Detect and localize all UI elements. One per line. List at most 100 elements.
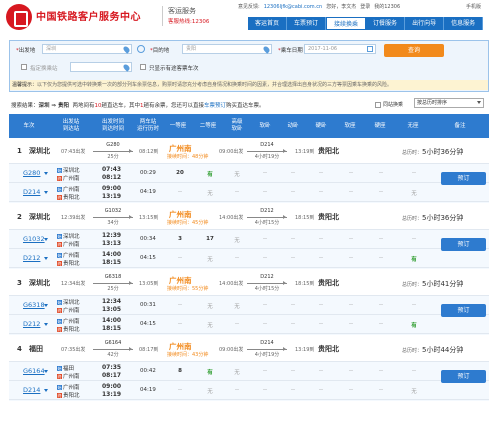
final-arrival-time: 18:15到: [295, 215, 315, 221]
transfer-plan-legs: G1032 始深圳北终广州南 12:39 13:13 00:34 3 17 无 -- -- -- --…: [9, 230, 489, 269]
chevron-down-icon[interactable]: [44, 389, 48, 394]
departure-time: 12:39出发: [61, 215, 86, 221]
seat-availability-cell: 无: [234, 172, 240, 178]
plan-number: 1: [17, 147, 22, 155]
seat-availability-cell: --: [349, 321, 353, 327]
first-leg-summary: G6164 42分: [91, 340, 135, 358]
transfer-station-input[interactable]: [70, 62, 132, 72]
nav-travel-guide[interactable]: 出行向导: [405, 17, 445, 30]
second-leg-summary: D214 4小时19分: [245, 142, 289, 160]
mobile-version-link[interactable]: 手机版: [466, 3, 481, 10]
leg-departure-time: 12:34: [102, 298, 122, 305]
chevron-down-icon[interactable]: [44, 370, 48, 375]
from-label: *出发地: [16, 48, 36, 54]
start-badge-icon: 始: [57, 385, 62, 390]
swap-icon[interactable]: [137, 45, 145, 53]
count-suffix: 趟有余票，您还可以直接: [143, 103, 205, 109]
end-badge-icon: 终: [57, 308, 62, 313]
railway-logo-icon[interactable]: [6, 4, 32, 30]
leg-arrival-time: 13:05: [102, 306, 122, 313]
my-account-link[interactable]: 我的12306: [374, 4, 400, 10]
seat-availability-cell: --: [235, 387, 239, 393]
feedback-email-link[interactable]: 12306ljfk@cabi.com.cn: [264, 4, 323, 10]
train-number-link[interactable]: D214: [23, 386, 40, 394]
nav-transfer[interactable]: 接续换乘: [326, 17, 367, 30]
plan-number: 3: [17, 279, 22, 287]
train-number-link[interactable]: D212: [23, 320, 40, 328]
leg-duration: 04:19: [140, 387, 156, 393]
end-badge-icon: 终: [57, 327, 62, 332]
leg-to-station: 终广州南: [57, 374, 80, 380]
plan-number: 4: [17, 345, 22, 353]
book-button[interactable]: 预订: [441, 304, 486, 317]
chevron-down-icon[interactable]: [44, 191, 48, 196]
seat-availability-cell: --: [291, 387, 295, 393]
seat-availability-cell: --: [349, 170, 353, 176]
nav-ticket-booking[interactable]: 车票预订: [287, 17, 327, 30]
seat-availability-cell: --: [379, 387, 383, 393]
same-station-checkbox[interactable]: [375, 102, 381, 108]
total-duration: 总历时：5小时36分钟: [402, 148, 464, 156]
transfer-plan-legs: G6318 始深圳北终广州南 12:34 13:05 00:31 -- 无无 -- -- -- --…: [9, 296, 489, 335]
train-number-link[interactable]: D214: [23, 188, 40, 196]
train-number-link[interactable]: D212: [23, 254, 40, 262]
book-button[interactable]: 预订: [441, 238, 486, 251]
second-leg-train: D212: [260, 274, 274, 280]
leg-to-station: 终贵阳北: [57, 393, 80, 399]
transfer-station-checkbox[interactable]: [21, 64, 27, 70]
user-greeting[interactable]: 您好，李文杰: [326, 4, 356, 10]
seat-availability-cell: --: [291, 368, 295, 374]
available-only-label: 只显示有途客票车次: [149, 66, 199, 72]
first-class-seats: --: [178, 387, 182, 393]
nav-info-service[interactable]: 信息服务: [444, 17, 484, 30]
transfer-plan-header: 2 深圳北 12:39出发 G1032 34分 13:15到 广州南 接续时间：45分钟 14:…: [9, 205, 489, 230]
train-number-link[interactable]: G6164: [23, 367, 45, 375]
train-number-link[interactable]: G280: [23, 169, 40, 177]
chevron-down-icon[interactable]: [44, 304, 48, 309]
seat-availability-cell: --: [291, 302, 295, 308]
end-badge-icon: 终: [57, 374, 62, 379]
login-link[interactable]: 登录: [360, 4, 370, 10]
second-leg-duration: 4小时15分: [254, 220, 280, 226]
end-badge-icon: 终: [57, 242, 62, 247]
book-button[interactable]: 预订: [441, 172, 486, 185]
chevron-down-icon[interactable]: [44, 257, 48, 262]
nav-meal-service[interactable]: 订餐服务: [366, 17, 406, 30]
table-row: G6164 始福田终广州南 07:35 08:17 00:42 8 有 无 -- -- -- -- --…: [9, 362, 489, 381]
chevron-down-icon[interactable]: [44, 172, 48, 177]
leg-departure-time: 14:00: [102, 251, 122, 258]
chevron-down-icon[interactable]: [44, 238, 48, 243]
seat-availability-cell: --: [319, 302, 323, 308]
count-tail: 购买直达车票。: [226, 103, 265, 109]
seat-availability-cell: --: [379, 189, 383, 195]
second-leg-departure: 09:00出发: [219, 347, 244, 353]
to-station-input[interactable]: 贵阳: [182, 44, 272, 54]
from-station-input[interactable]: 深圳: [42, 44, 132, 54]
chevron-down-icon[interactable]: [44, 323, 48, 328]
train-number-link[interactable]: G6318: [23, 301, 45, 309]
nav-home[interactable]: 客运首页: [248, 17, 288, 30]
feedback-label: 意见反馈:: [238, 4, 260, 10]
plan-number: 2: [17, 213, 22, 221]
transfer-plan-header: 4 福田 07:35出发 G6164 42分 08:17到 广州南 接续时间：43分钟 09:0…: [9, 337, 489, 362]
brand-title: 中国铁路客户服务中心: [36, 12, 141, 23]
book-button[interactable]: 预订: [441, 370, 486, 383]
leg-arrival-time: 18:15: [102, 325, 122, 332]
second-class-seats: 有: [207, 370, 213, 376]
seat-availability-cell: --: [349, 368, 353, 374]
table-row: D214 始广州南终贵阳北 09:00 13:19 04:19 -- 无 -- -- -- -- --…: [9, 381, 489, 400]
arrow-icon: [93, 215, 133, 219]
brand-divider: [162, 6, 163, 26]
query-button[interactable]: 查询: [384, 44, 444, 57]
seat-availability-cell: --: [291, 236, 295, 242]
direct-booking-link[interactable]: 车票预订: [204, 103, 226, 109]
train-number-link[interactable]: G1032: [23, 235, 45, 243]
seat-availability-cell: --: [319, 170, 323, 176]
table-row: G6318 始深圳北终广州南 12:34 13:05 00:31 -- 无 无 -- -- -- --…: [9, 296, 489, 315]
sort-select[interactable]: 按总历时排序: [414, 98, 484, 108]
seat-availability-cell: --: [263, 321, 267, 327]
available-only-checkbox[interactable]: [140, 64, 146, 70]
seat-availability-cell: --: [412, 170, 416, 176]
date-input[interactable]: 2017-11-06: [304, 44, 376, 54]
th-hard-seat: 硬座: [374, 122, 386, 129]
